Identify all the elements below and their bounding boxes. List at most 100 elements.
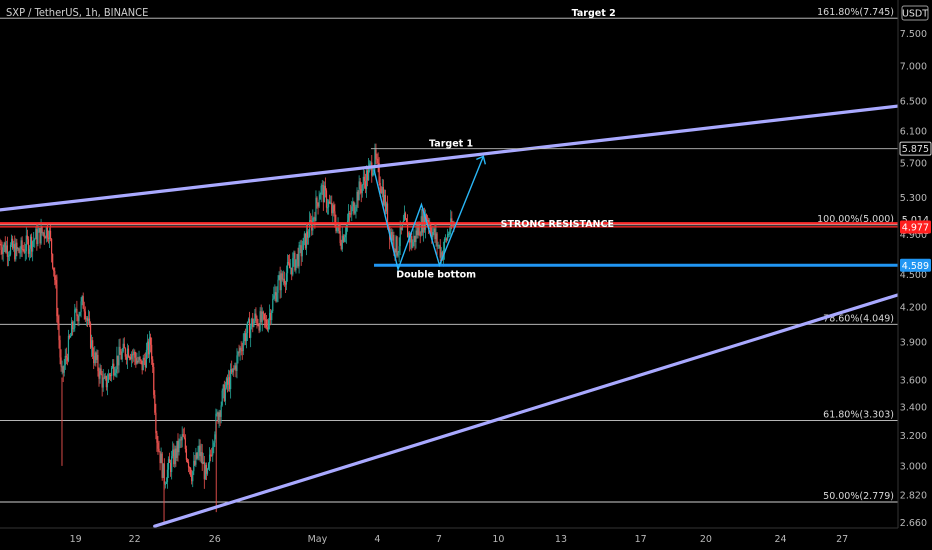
- candle-body: [397, 252, 399, 256]
- candle-body: [3, 242, 5, 248]
- candle-body: [210, 454, 212, 456]
- candle-body: [286, 262, 289, 274]
- candle-body: [274, 292, 276, 296]
- candle-body: [181, 434, 183, 441]
- candle-body: [374, 149, 376, 167]
- candle-body: [250, 326, 252, 338]
- candle-body: [43, 232, 45, 238]
- time-tick-label: 20: [700, 534, 712, 545]
- candle-body: [82, 296, 84, 309]
- candle-body: [107, 374, 110, 383]
- price-axis[interactable]: 7.5007.0006.5006.1005.7005.3004.9004.500…: [897, 0, 932, 550]
- candle-body: [429, 225, 431, 227]
- candle-body: [4, 242, 6, 252]
- candle-body: [321, 185, 323, 187]
- candle-body: [152, 359, 154, 368]
- candle-body: [313, 217, 315, 219]
- candle-body: [340, 243, 342, 250]
- candle-body: [140, 359, 142, 361]
- candle-body: [195, 452, 197, 465]
- candle-body: [193, 460, 195, 472]
- candle-body: [413, 235, 415, 243]
- candle-body: [234, 365, 236, 369]
- time-tick-label: 7: [436, 534, 442, 545]
- fib-label: 50.00%(2.779): [823, 491, 894, 502]
- candle-body: [143, 357, 145, 360]
- price-chart[interactable]: 161.80%(7.745)100.00%(5.000)78.60%(4.049…: [0, 0, 932, 550]
- candle-body: [173, 449, 175, 465]
- candle-body: [205, 465, 208, 474]
- candle-body: [416, 230, 418, 236]
- candle-body: [221, 390, 223, 406]
- candle-body: [88, 318, 91, 324]
- candle-body: [115, 369, 117, 373]
- candle-body: [358, 181, 360, 201]
- candle-body: [165, 482, 167, 484]
- candle-body: [87, 318, 90, 321]
- price-tick-label: 5.300: [900, 193, 927, 204]
- candle-body: [365, 170, 368, 190]
- candle-body: [192, 471, 194, 482]
- candle-body: [436, 233, 438, 246]
- candle-body: [126, 348, 129, 360]
- currency-badge[interactable]: USDT: [901, 5, 929, 21]
- candle-body: [320, 185, 322, 195]
- candle-body: [108, 374, 111, 376]
- candle-body: [252, 318, 254, 327]
- candle-body: [47, 237, 50, 240]
- candle-body: [79, 312, 81, 316]
- candle-body: [314, 217, 316, 221]
- candle-body: [122, 343, 124, 352]
- candle-body: [290, 267, 292, 269]
- candle-body: [16, 242, 18, 250]
- candle-body: [148, 337, 151, 355]
- candle-body: [41, 226, 43, 234]
- candle-body: [355, 206, 357, 211]
- candle-body: [53, 267, 55, 271]
- candle-body: [272, 298, 274, 312]
- candle-body: [270, 312, 272, 321]
- candle-body: [220, 405, 222, 417]
- candle-body: [203, 461, 205, 480]
- candle-body: [240, 347, 242, 351]
- candle-body: [28, 248, 31, 254]
- candle-body: [435, 233, 437, 240]
- candle-body: [44, 237, 46, 239]
- candle-body: [292, 258, 294, 275]
- candle-body: [443, 239, 446, 251]
- candle-body: [261, 311, 263, 322]
- candle-body: [363, 176, 365, 182]
- candle-body: [353, 201, 355, 214]
- candle-body: [315, 197, 317, 221]
- candle-body: [97, 354, 99, 372]
- candle-body: [280, 273, 282, 291]
- candle-body: [68, 335, 71, 338]
- candle-body: [304, 233, 307, 249]
- candle-body: [121, 351, 123, 360]
- candle-body: [161, 453, 163, 478]
- time-tick-label: 13: [555, 534, 567, 545]
- candle-body: [381, 187, 383, 194]
- candle-body: [39, 228, 41, 244]
- candle-body: [49, 230, 52, 239]
- candle-body: [30, 236, 33, 252]
- candle-body: [120, 354, 122, 360]
- candle-body: [297, 254, 299, 267]
- candle-body: [59, 340, 61, 358]
- candle-body: [244, 333, 246, 342]
- candle-body: [396, 236, 398, 256]
- candle-body: [202, 461, 204, 465]
- candle-body: [38, 228, 40, 233]
- candle-body: [109, 375, 112, 377]
- target-1-label: Target 1: [429, 139, 473, 150]
- candle-body: [156, 433, 158, 443]
- candle-body: [32, 241, 34, 252]
- candle-body: [349, 213, 351, 215]
- candle-body: [168, 459, 171, 463]
- candle-body: [239, 347, 241, 353]
- candle-body: [236, 355, 238, 372]
- candle-body: [362, 176, 364, 185]
- candle-body: [64, 355, 66, 366]
- candle-body: [344, 234, 347, 238]
- candle-body: [322, 185, 324, 203]
